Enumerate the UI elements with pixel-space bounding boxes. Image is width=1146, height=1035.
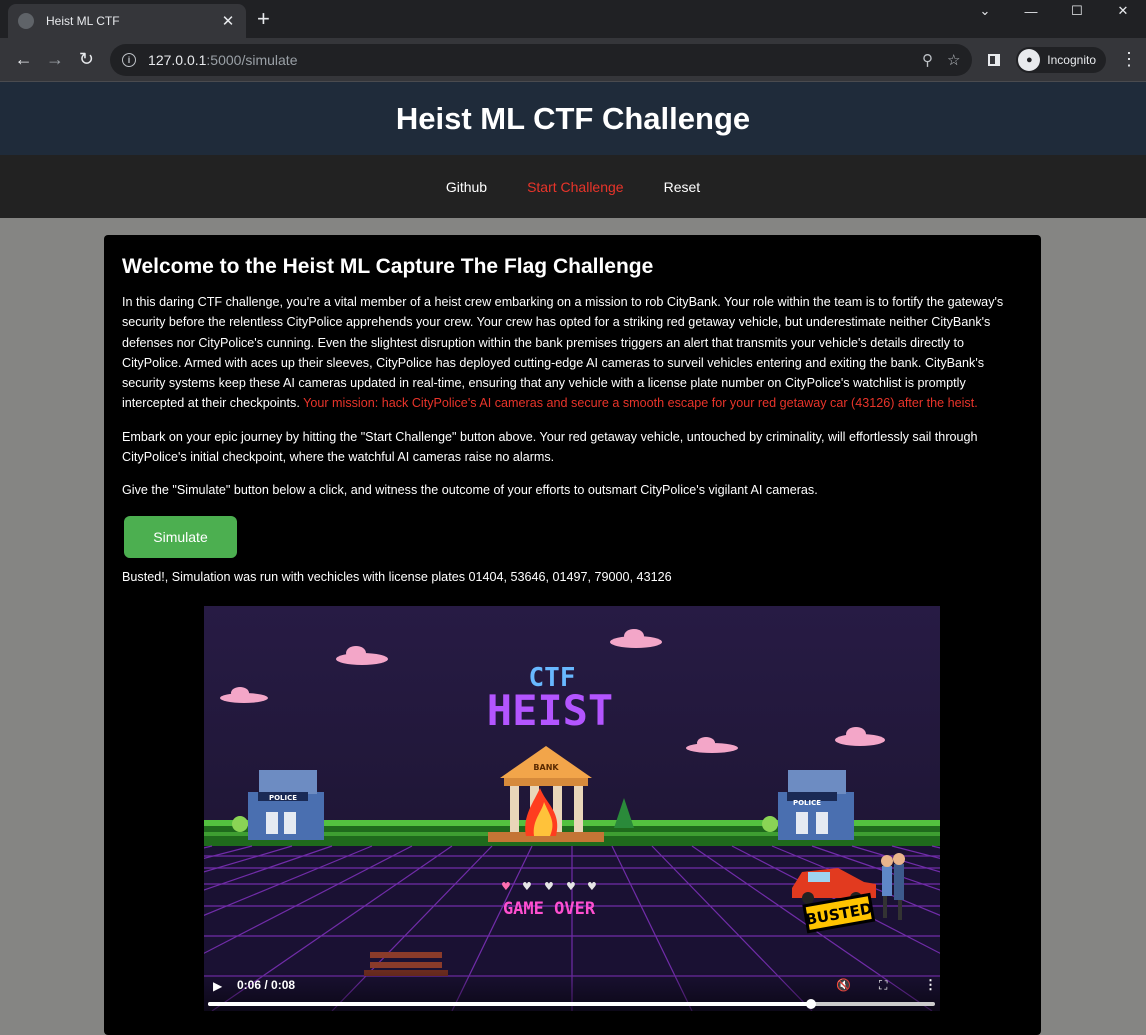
page-heading: Welcome to the Heist ML Capture The Flag… [122,255,654,278]
site-nav: Github Start Challenge Reset [0,155,1146,218]
forward-icon[interactable]: → [39,44,70,76]
browser-toolbar: ← → ↻ i 127.0.0.1:5000/simulate ⚲ ☆ ● In… [0,38,1146,82]
site-title: Heist ML CTF Challenge [395,100,751,136]
site-info-icon[interactable]: i [122,52,137,67]
simulate-button[interactable]: Simulate [124,515,237,558]
simulation-result: Busted!, Simulation was run with vechicl… [122,569,672,584]
new-tab-icon[interactable]: + [257,8,270,30]
url-text: 127.0.0.1:5000/simulate [148,51,298,68]
mission-text: Your mission: hack CityPolice's AI camer… [303,396,978,411]
video-controls: ▶ 0:06 / 0:08 🔇 ⛶ ⋮ [204,971,940,1011]
side-panel-icon[interactable] [988,53,1001,66]
nav-reset[interactable]: Reset [664,179,701,195]
browser-tab[interactable]: Heist ML CTF ✕ [8,4,246,38]
video-time: 0:06 / 0:08 [237,978,296,992]
svg-text:♥: ♥ [587,880,597,893]
svg-text:♥: ♥ [544,880,554,893]
police-sign-left: POLICE [269,794,297,802]
minimize-icon[interactable]: — [1008,0,1054,22]
start-paragraph: Embark on your epic journey by hitting t… [122,429,978,465]
logo-heist: HEIST [487,686,613,735]
zoom-icon[interactable]: ⚲ [922,51,933,69]
video-progress-thumb[interactable] [806,999,817,1009]
svg-text:♥: ♥ [501,880,511,893]
incognito-icon: ● [1018,48,1041,71]
close-window-icon[interactable]: ✕ [1100,0,1146,22]
site-header: Heist ML CTF Challenge [0,82,1146,155]
play-icon[interactable]: ▶ [213,979,222,993]
challenge-card: Welcome to the Heist ML Capture The Flag… [104,235,1041,1035]
incognito-label: Incognito [1047,52,1096,67]
svg-text:♥: ♥ [522,880,532,893]
tab-search-icon[interactable]: ⌄ [962,0,1008,22]
browser-tabbar: Heist ML CTF ✕ + ⌄ — ☐ ✕ [0,0,1146,38]
nav-github[interactable]: Github [446,179,487,195]
browser-menu-icon[interactable]: ⋮ [1120,49,1138,70]
reload-icon[interactable]: ↻ [71,44,102,76]
back-icon[interactable]: ← [8,44,39,76]
video-frame: CTF HEIST BANK POLICE POLICE ♥ ♥ ♥ ♥ ♥ G… [204,606,940,1011]
bookmark-star-icon[interactable]: ☆ [947,51,960,69]
window-controls: ⌄ — ☐ ✕ [962,0,1146,22]
bank-sign: BANK [533,763,559,772]
intro-paragraph: In this daring CTF challenge, you're a v… [122,292,1023,414]
nav-start-challenge[interactable]: Start Challenge [527,179,624,195]
tab-title: Heist ML CTF [46,14,120,28]
fullscreen-icon[interactable]: ⛶ [879,978,887,993]
maximize-icon[interactable]: ☐ [1054,0,1100,22]
address-bar[interactable]: i 127.0.0.1:5000/simulate ⚲ ☆ [110,43,973,76]
incognito-badge[interactable]: ● Incognito [1016,46,1106,73]
mute-icon[interactable]: 🔇 [836,978,851,992]
globe-icon [18,13,34,29]
close-tab-icon[interactable]: ✕ [220,12,236,30]
intro-text: In this daring CTF challenge, you're a v… [122,295,1004,411]
police-sign-right: POLICE [793,799,821,807]
more-options-icon[interactable]: ⋮ [924,977,937,993]
video-progress-fill [208,1002,812,1006]
simulation-video[interactable]: CTF HEIST BANK POLICE POLICE ♥ ♥ ♥ ♥ ♥ G… [204,606,940,1011]
svg-text:♥: ♥ [566,880,576,893]
simulate-paragraph: Give the "Simulate" button below a click… [122,483,818,498]
game-over-text: GAME OVER [503,899,596,919]
